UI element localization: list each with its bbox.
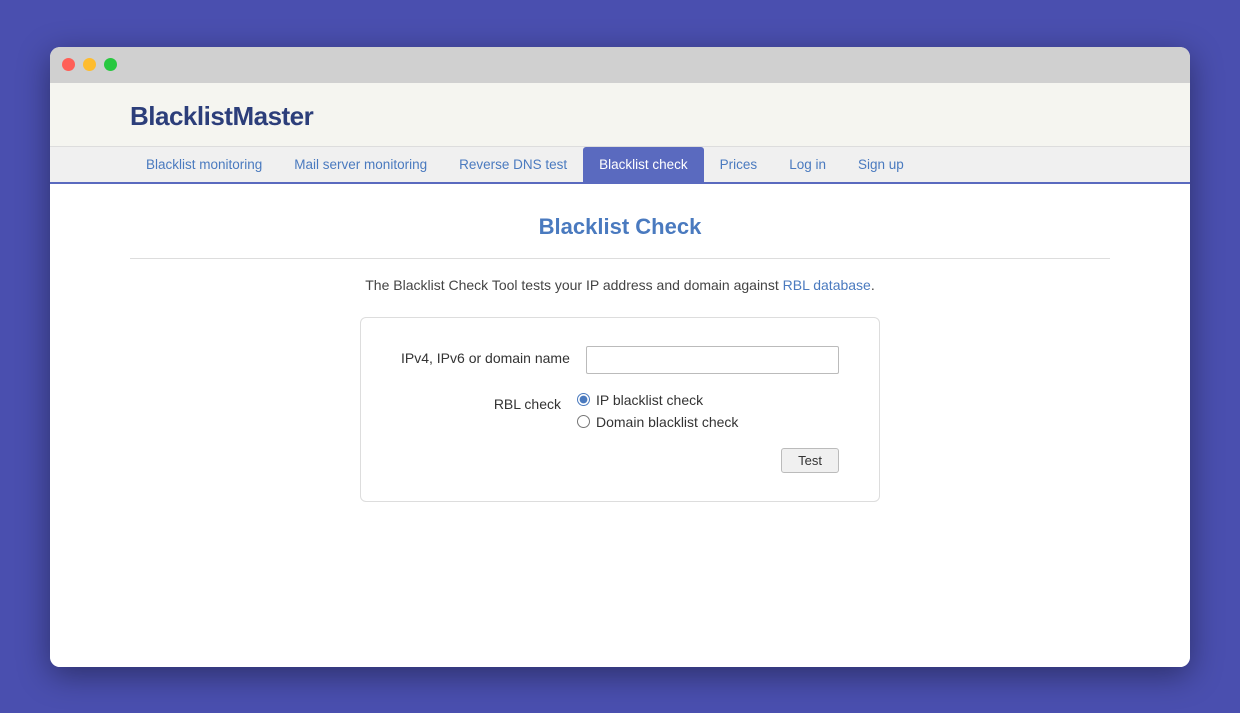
- rbl-label: RBL check: [401, 392, 561, 412]
- radio-ip-blacklist-label: IP blacklist check: [596, 392, 703, 408]
- rbl-row: RBL check IP blacklist check Domain blac…: [401, 392, 839, 430]
- page-title: Blacklist Check: [130, 214, 1110, 240]
- main-content: Blacklist Check The Blacklist Check Tool…: [50, 184, 1190, 532]
- form-actions: Test: [401, 448, 839, 473]
- close-button[interactable]: [62, 58, 75, 71]
- radio-ip-blacklist-input[interactable]: [577, 393, 590, 406]
- radio-domain-blacklist-input[interactable]: [577, 415, 590, 428]
- form-box: IPv4, IPv6 or domain name RBL check IP b…: [360, 317, 880, 502]
- nav-item-blacklist-check[interactable]: Blacklist check: [583, 147, 704, 184]
- nav-item-blacklist-monitoring[interactable]: Blacklist monitoring: [130, 147, 278, 184]
- nav-item-prices[interactable]: Prices: [704, 147, 774, 184]
- nav-item-reverse-dns[interactable]: Reverse DNS test: [443, 147, 583, 184]
- site-logo: BlacklistMaster: [130, 101, 1110, 132]
- browser-window: BlacklistMaster Blacklist monitoring Mai…: [50, 47, 1190, 667]
- description: The Blacklist Check Tool tests your IP a…: [130, 277, 1110, 293]
- maximize-button[interactable]: [104, 58, 117, 71]
- site-header: BlacklistMaster: [50, 83, 1190, 147]
- nav-item-mail-server-monitoring[interactable]: Mail server monitoring: [278, 147, 443, 184]
- description-after: .: [871, 277, 875, 293]
- ip-row: IPv4, IPv6 or domain name: [401, 346, 839, 374]
- radio-group: IP blacklist check Domain blacklist chec…: [577, 392, 738, 430]
- ip-input[interactable]: [586, 346, 839, 374]
- nav-item-signup[interactable]: Sign up: [842, 147, 920, 184]
- nav-bar: Blacklist monitoring Mail server monitor…: [50, 147, 1190, 184]
- test-button[interactable]: Test: [781, 448, 839, 473]
- nav-item-login[interactable]: Log in: [773, 147, 842, 184]
- ip-label: IPv4, IPv6 or domain name: [401, 346, 570, 366]
- radio-domain-blacklist[interactable]: Domain blacklist check: [577, 414, 738, 430]
- radio-domain-blacklist-label: Domain blacklist check: [596, 414, 738, 430]
- divider: [130, 258, 1110, 259]
- rbl-link[interactable]: RBL database: [783, 277, 871, 293]
- browser-content: BlacklistMaster Blacklist monitoring Mai…: [50, 83, 1190, 667]
- description-before: The Blacklist Check Tool tests your IP a…: [365, 277, 782, 293]
- radio-ip-blacklist[interactable]: IP blacklist check: [577, 392, 738, 408]
- titlebar: [50, 47, 1190, 83]
- minimize-button[interactable]: [83, 58, 96, 71]
